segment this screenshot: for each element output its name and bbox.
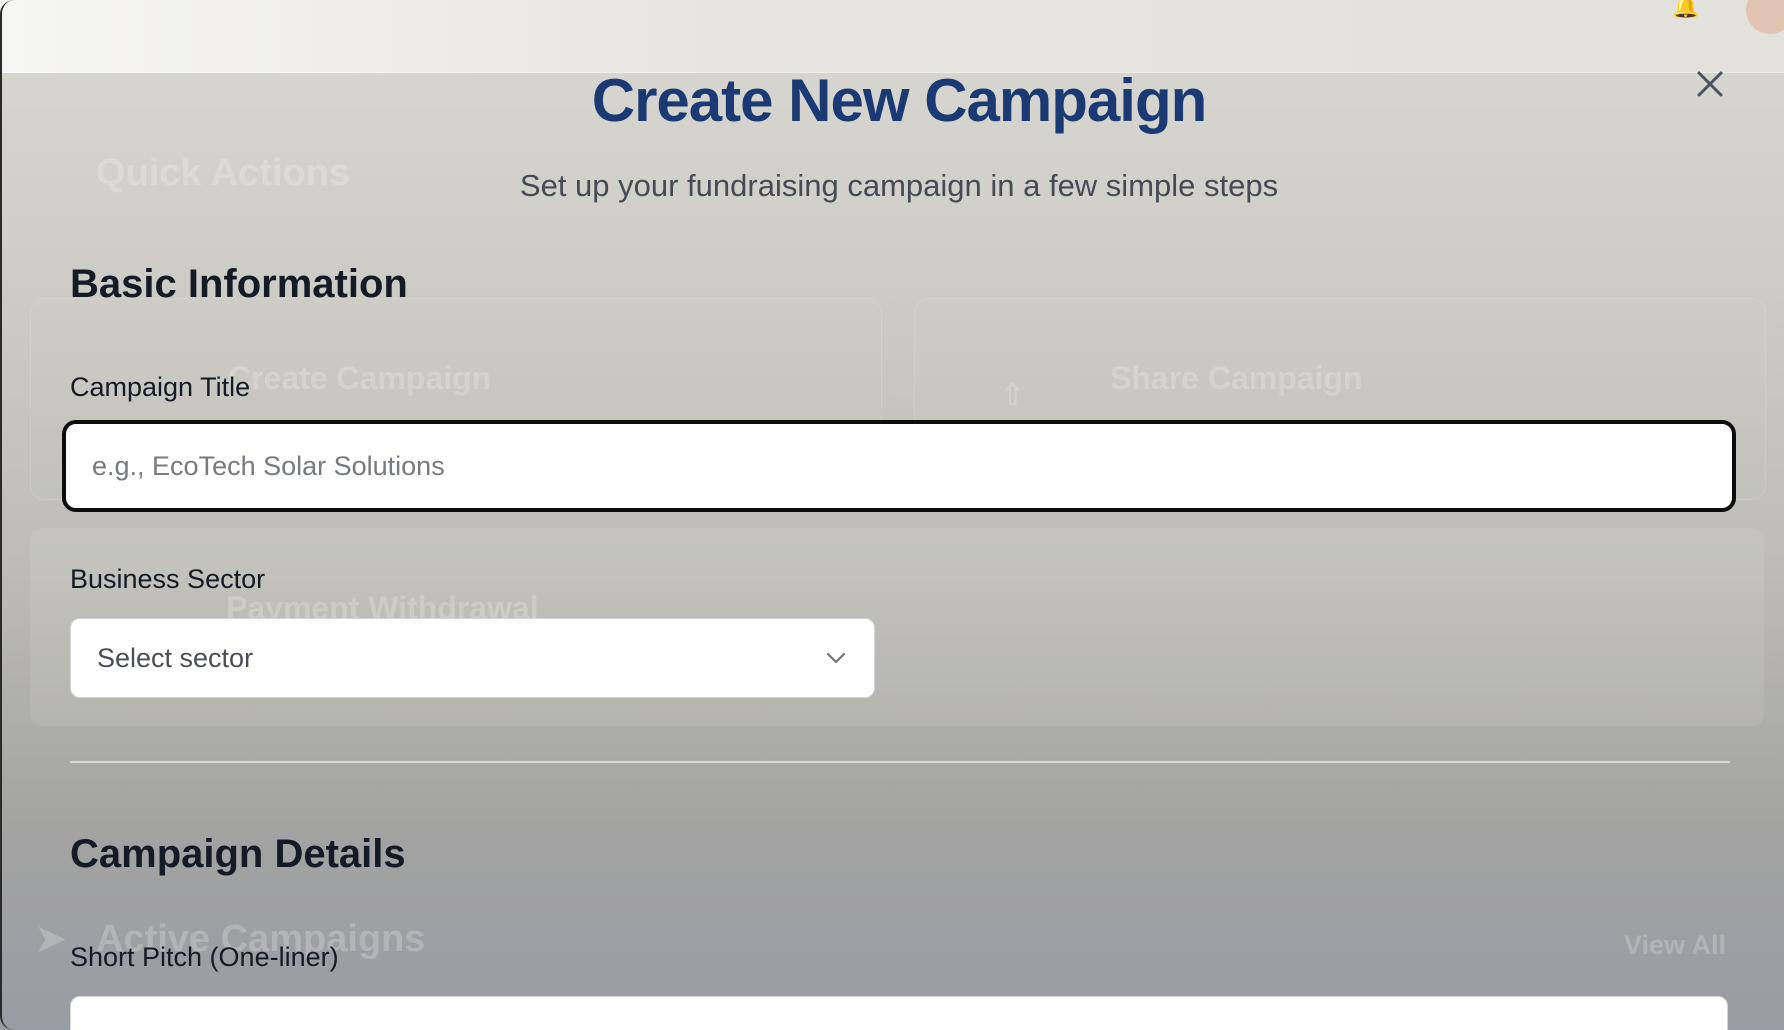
section-divider (70, 761, 1730, 763)
chevron-down-icon (826, 652, 846, 664)
campaign-title-input[interactable] (62, 420, 1736, 512)
business-sector-value: Select sector (97, 642, 254, 673)
basic-information-heading: Basic Information (70, 262, 408, 306)
close-icon (1697, 71, 1723, 97)
close-button[interactable] (1692, 66, 1728, 102)
campaign-details-heading: Campaign Details (70, 832, 406, 876)
business-sector-label: Business Sector (70, 564, 266, 594)
business-sector-select[interactable]: Select sector (70, 618, 875, 698)
modal-subtitle: Set up your fundraising campaign in a fe… (519, 168, 1279, 203)
short-pitch-label: Short Pitch (One-liner) (70, 942, 339, 972)
create-campaign-modal: Create New Campaign Set up your fundrais… (0, 0, 1784, 1030)
short-pitch-input[interactable] (70, 996, 1728, 1030)
modal-title: Create New Campaign (591, 67, 1208, 134)
campaign-title-label: Campaign Title (70, 372, 251, 402)
